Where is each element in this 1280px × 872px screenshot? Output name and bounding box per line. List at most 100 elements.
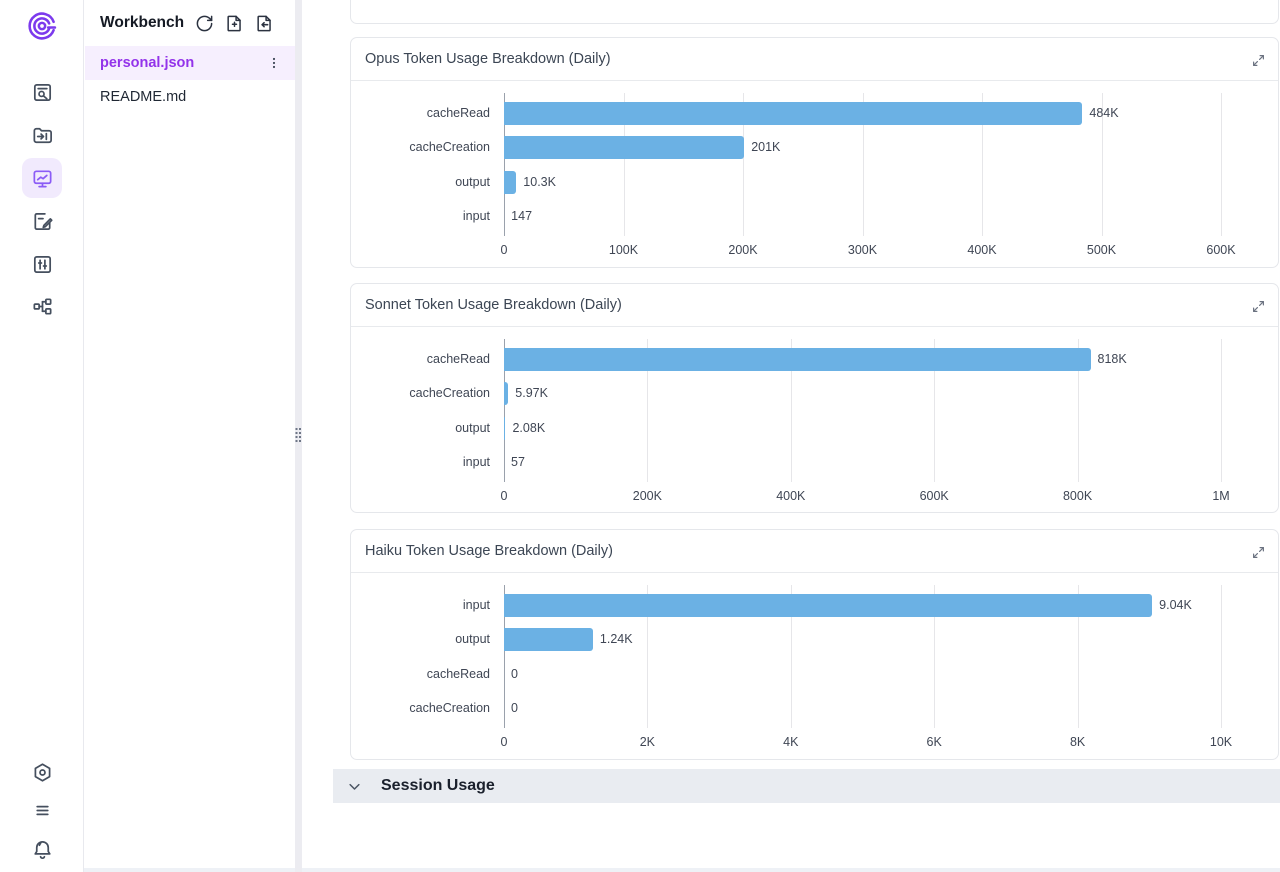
value-label: 10.3K — [523, 171, 556, 194]
file-name: personal.json — [100, 55, 263, 71]
panel-title: Workbench — [100, 14, 184, 32]
spiral-logo — [23, 7, 61, 45]
value-label: 0 — [511, 663, 518, 686]
file-search-icon[interactable] — [22, 72, 62, 112]
bar-row: input 57 — [351, 451, 1278, 474]
workbench-panel: Workbench personal.json — [85, 0, 295, 872]
x-axis-tick: 2K — [612, 735, 682, 749]
bar — [504, 594, 1152, 617]
monitor-chart-icon[interactable] — [22, 158, 62, 198]
x-axis-tick: 0 — [469, 735, 539, 749]
category-label: input — [351, 594, 490, 617]
bar — [504, 348, 1091, 371]
category-label: cacheCreation — [351, 697, 490, 720]
file-row-personal-json[interactable]: personal.json — [85, 46, 295, 80]
x-axis-tick: 0 — [469, 243, 539, 257]
main-content[interactable]: Opus Token Usage Breakdown (Daily) 0 100K… — [302, 0, 1280, 872]
session-usage-title: Session Usage — [381, 777, 495, 795]
bar-row: cacheCreation 0 — [351, 697, 1278, 720]
category-label: cacheRead — [351, 348, 490, 371]
value-label: 0 — [511, 697, 518, 720]
bar — [504, 417, 505, 440]
panel-resizer-handle[interactable] — [295, 0, 302, 872]
x-axis-tick: 0 — [469, 489, 539, 503]
chevron-down-icon[interactable] — [347, 779, 362, 794]
bar — [504, 171, 516, 194]
category-label: cacheRead — [351, 102, 490, 125]
session-usage-section-header[interactable]: Session Usage — [333, 769, 1280, 803]
x-axis-tick: 600K — [899, 489, 969, 503]
bar-chart-haiku: 0 2K 4K 6K 8K 10K input9.04K output 1.24K cacheRe… — [351, 573, 1278, 759]
chart-card-header: Opus Token Usage Breakdown (Daily) — [351, 38, 1278, 81]
left-icon-rail — [0, 0, 84, 872]
drag-grip-icon — [295, 427, 302, 443]
file-edit-icon[interactable] — [22, 201, 62, 241]
bar-row: cacheRead 818K — [351, 348, 1278, 371]
pipeline-tree-icon[interactable] — [22, 286, 62, 326]
bar-row: cacheCreation 5.97K — [351, 382, 1278, 405]
export-file-icon[interactable] — [255, 10, 275, 36]
x-axis-tick: 500K — [1067, 243, 1137, 257]
x-axis-tick: 300K — [828, 243, 898, 257]
folder-input-icon[interactable] — [22, 115, 62, 155]
refresh-icon[interactable] — [194, 10, 214, 36]
category-label: output — [351, 171, 490, 194]
bar-row: output 1.24K — [351, 628, 1278, 651]
new-file-icon[interactable] — [224, 10, 244, 36]
chart-card-header: Haiku Token Usage Breakdown (Daily) — [351, 530, 1278, 573]
file-name: README.md — [100, 89, 285, 105]
x-axis-tick: 100K — [589, 243, 659, 257]
value-label: 818K — [1098, 348, 1127, 371]
value-label: 1.24K — [600, 628, 633, 651]
category-label: input — [351, 451, 490, 474]
haiku-chart-card: Haiku Token Usage Breakdown (Daily) 0 2K 4… — [350, 529, 1279, 760]
bar-row: input9.04K — [351, 594, 1278, 617]
value-label: 5.97K — [515, 382, 548, 405]
x-axis-tick: 4K — [756, 735, 826, 749]
bar — [504, 102, 1082, 125]
x-axis-tick: 1M — [1186, 489, 1256, 503]
window-bottom-edge — [0, 868, 1280, 872]
category-label: output — [351, 417, 490, 440]
chart-title: Sonnet Token Usage Breakdown (Daily) — [365, 297, 622, 313]
kebab-menu-icon[interactable] — [263, 52, 285, 74]
bar-row: cacheCreation201K — [351, 136, 1278, 159]
expand-icon[interactable] — [1250, 298, 1266, 314]
bar-row: output2.08K — [351, 417, 1278, 440]
expand-icon[interactable] — [1250, 52, 1266, 68]
value-label: 57 — [511, 451, 525, 474]
bar — [504, 628, 593, 651]
bar-row: output 10.3K — [351, 171, 1278, 194]
scrolled-card-partial — [350, 0, 1279, 24]
bell-icon[interactable] — [22, 829, 62, 869]
category-label: input — [351, 205, 490, 228]
file-row-readme-md[interactable]: README.md — [85, 80, 295, 114]
x-axis-tick: 600K — [1186, 243, 1256, 257]
chart-title: Haiku Token Usage Breakdown (Daily) — [365, 543, 613, 559]
category-label: cacheCreation — [351, 382, 490, 405]
bar — [504, 136, 744, 159]
x-axis-tick: 400K — [947, 243, 1017, 257]
gear-icon[interactable] — [22, 752, 62, 792]
opus-chart-card: Opus Token Usage Breakdown (Daily) 0 100K… — [350, 37, 1279, 268]
category-label: output — [351, 628, 490, 651]
chart-card-header: Sonnet Token Usage Breakdown (Daily) — [351, 284, 1278, 327]
bar-row: input147 — [351, 205, 1278, 228]
x-axis-tick: 8K — [1043, 735, 1113, 749]
x-axis-tick: 200K — [708, 243, 778, 257]
menu-icon[interactable] — [22, 790, 62, 830]
category-label: cacheRead — [351, 663, 490, 686]
expand-icon[interactable] — [1250, 544, 1266, 560]
bar-chart-sonnet: 0200K400K600K800K1McacheRead818KcacheCre… — [351, 327, 1278, 512]
x-axis-tick: 200K — [612, 489, 682, 503]
x-axis-tick: 6K — [899, 735, 969, 749]
app-window: Workbench personal.json — [0, 0, 1280, 872]
bar-row: cacheRead 484K — [351, 102, 1278, 125]
x-axis-tick: 400K — [756, 489, 826, 503]
value-label: 484K — [1089, 102, 1118, 125]
bar-chart-opus: 0100K200K300K400K500K600KcacheRead484Kca… — [351, 81, 1278, 267]
x-axis-tick: 10K — [1186, 735, 1256, 749]
workbench-panel-header: Workbench — [85, 0, 295, 46]
sliders-icon[interactable] — [22, 244, 62, 284]
bar — [504, 382, 508, 405]
